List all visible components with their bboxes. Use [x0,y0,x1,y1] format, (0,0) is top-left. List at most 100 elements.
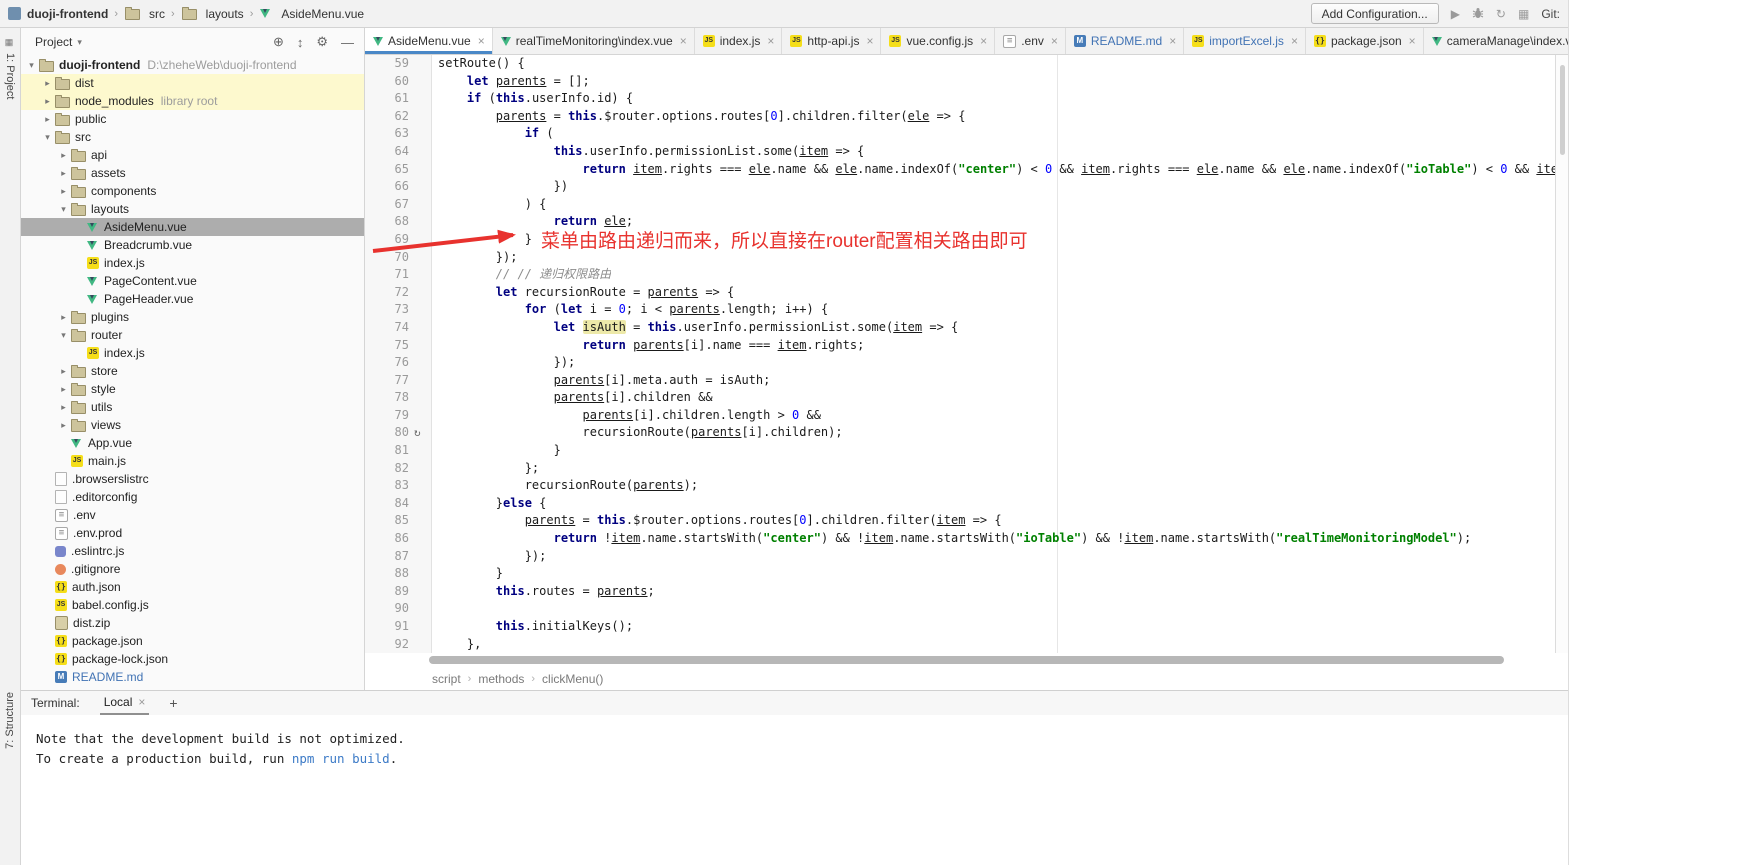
tab-index.js[interactable]: JSindex.js× [695,28,783,54]
editor-breadcrumb-script[interactable]: script [432,672,461,686]
project-panel-title[interactable]: Project [35,35,72,49]
tab-package.json[interactable]: {}package.json× [1306,28,1424,54]
chevron-down-icon[interactable]: ▾ [25,60,38,71]
gutter[interactable]: 92 [365,636,432,653]
breadcrumb-item-src[interactable]: src [124,7,165,21]
horizontal-scrollbar-thumb[interactable] [429,656,1504,664]
gutter[interactable]: 88 [365,565,432,583]
run-icon[interactable]: ▶ [1451,8,1460,20]
chevron-right-icon[interactable]: ▸ [57,312,70,323]
chevron-right-icon[interactable]: ▸ [57,420,70,431]
editor-breadcrumb-clickMenu()[interactable]: clickMenu() [542,672,603,686]
gutter[interactable]: 68 [365,213,432,231]
tree-item-public[interactable]: ▸public [21,110,364,128]
chevron-down-icon[interactable]: ▾ [77,37,82,48]
update-project-icon[interactable]: ↻ [1496,8,1506,20]
tree-item-PageContent.vue[interactable]: PageContent.vue [21,272,364,290]
gutter[interactable]: 66 [365,178,432,196]
chevron-down-icon[interactable]: ▾ [41,132,54,143]
tree-item-layouts[interactable]: ▾layouts [21,200,364,218]
tool-window-project-button[interactable]: ▦ 1: Project [0,34,20,103]
gutter[interactable]: 63 [365,125,432,143]
tree-item-index.js[interactable]: JSindex.js [21,254,364,272]
gutter[interactable]: 75 [365,337,432,355]
gutter[interactable]: 78 [365,389,432,407]
chevron-right-icon[interactable]: ▸ [41,78,54,89]
chevron-right-icon[interactable]: ▸ [57,402,70,413]
tree-item-duoji-frontend[interactable]: ▾duoji-frontendD:\zheheWeb\duoji-fronten… [21,56,364,74]
gutter[interactable]: 80↻ [365,424,432,442]
gutter[interactable]: 84 [365,495,432,513]
tree-item-.eslintrc.js[interactable]: .eslintrc.js [21,542,364,560]
tree-item-store[interactable]: ▸store [21,362,364,380]
tree-item-App.vue[interactable]: App.vue [21,434,364,452]
gutter[interactable]: 82 [365,460,432,478]
editor-scrollbar[interactable] [1555,55,1568,653]
close-icon[interactable]: × [1291,34,1298,48]
tool-window-structure-button[interactable]: 7: Structure [0,688,20,753]
gutter[interactable]: 85 [365,512,432,530]
settings-gear-icon[interactable]: ⚙ [316,34,328,50]
terminal-output[interactable]: Note that the development build is not o… [21,715,1568,865]
gutter[interactable]: 77 [365,372,432,390]
new-terminal-tab-icon[interactable]: + [169,695,177,711]
tree-item-AsideMenu.vue[interactable]: AsideMenu.vue [21,218,364,236]
close-icon[interactable]: × [767,34,774,48]
gutter[interactable]: 69 [365,231,432,249]
tree-item-package-lock.json[interactable]: {}package-lock.json [21,650,364,668]
tree-item-utils[interactable]: ▸utils [21,398,364,416]
tree-item-.browserslistrc[interactable]: .browserslistrc [21,470,364,488]
chevron-right-icon[interactable]: ▸ [57,384,70,395]
expand-collapse-icon[interactable]: ↕ [297,35,304,50]
terminal-tab-local[interactable]: Local × [100,691,150,715]
chevron-right-icon[interactable]: ▸ [41,96,54,107]
gutter[interactable]: 79 [365,407,432,425]
chevron-right-icon[interactable]: ▸ [57,186,70,197]
tree-item-views[interactable]: ▸views [21,416,364,434]
tree-item-README.md[interactable]: MREADME.md [21,668,364,686]
tab-realTimeMonitoring\index.vue[interactable]: realTimeMonitoring\index.vue× [493,28,695,54]
breadcrumb-item-duoji-frontend[interactable]: duoji-frontend [27,7,108,21]
scrollbar-thumb[interactable] [1560,65,1565,155]
gutter[interactable]: 59 [365,55,432,73]
tree-item-package.json[interactable]: {}package.json [21,632,364,650]
close-icon[interactable]: × [1409,34,1416,48]
chevron-down-icon[interactable]: ▾ [57,204,70,215]
close-icon[interactable]: × [478,34,485,48]
recursive-call-icon[interactable]: ↻ [414,424,431,442]
gutter[interactable]: 83 [365,477,432,495]
tree-item-node_modules[interactable]: ▸node_moduleslibrary root [21,92,364,110]
close-icon[interactable]: × [980,34,987,48]
tab-README.md[interactable]: MREADME.md× [1066,28,1184,54]
tree-item-assets[interactable]: ▸assets [21,164,364,182]
gutter[interactable]: 64 [365,143,432,161]
tree-item-dist.zip[interactable]: dist.zip [21,614,364,632]
close-icon[interactable]: × [866,34,873,48]
chevron-right-icon[interactable]: ▸ [57,366,70,377]
chevron-right-icon[interactable]: ▸ [57,168,70,179]
gutter[interactable]: 81 [365,442,432,460]
debug-icon[interactable] [1472,7,1484,21]
tree-item-dist[interactable]: ▸dist [21,74,364,92]
close-icon[interactable]: × [1051,34,1058,48]
close-icon[interactable]: × [1169,34,1176,48]
editor-breadcrumb-methods[interactable]: methods [478,672,524,686]
gutter[interactable]: 73 [365,301,432,319]
gutter[interactable]: 90 [365,600,432,618]
tab-importExcel.js[interactable]: JSimportExcel.js× [1184,28,1306,54]
tree-item-src[interactable]: ▾src [21,128,364,146]
tree-item-.editorconfig[interactable]: .editorconfig [21,488,364,506]
close-icon[interactable]: × [138,695,145,709]
chevron-right-icon[interactable]: ▸ [41,114,54,125]
gutter[interactable]: 65 [365,161,432,179]
tab-cameraManage\index.vue[interactable]: cameraManage\index.vue× [1424,28,1568,54]
tree-item-Breadcrumb.vue[interactable]: Breadcrumb.vue [21,236,364,254]
git-branch-label[interactable]: Git: [1541,7,1560,21]
gutter[interactable]: 67 [365,196,432,214]
tree-item-main.js[interactable]: JSmain.js [21,452,364,470]
close-icon[interactable]: × [680,34,687,48]
add-configuration-button[interactable]: Add Configuration... [1311,3,1439,24]
gutter[interactable]: 76 [365,354,432,372]
gutter[interactable]: 71 [365,266,432,284]
hide-panel-icon[interactable]: — [341,35,354,50]
